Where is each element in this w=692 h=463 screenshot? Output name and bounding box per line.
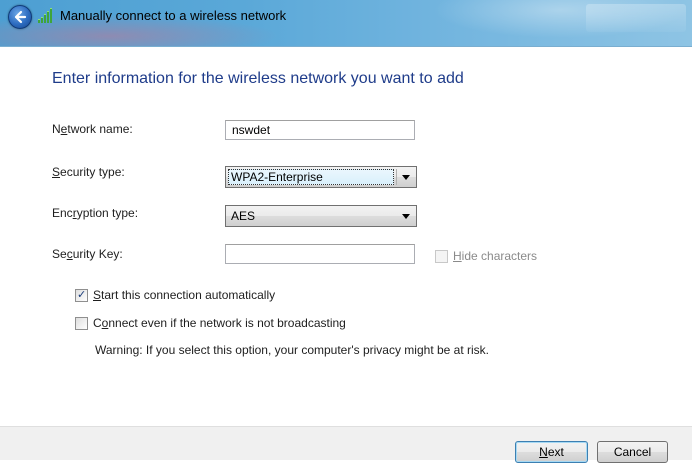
cancel-button[interactable]: Cancel	[597, 441, 668, 463]
security-type-label: Security type:	[52, 165, 125, 179]
security-key-input[interactable]	[225, 244, 415, 264]
network-name-label: Network name:	[52, 122, 133, 136]
page-heading: Enter information for the wireless netwo…	[52, 70, 464, 87]
hide-characters-label: Hide characters	[453, 249, 538, 263]
connect-not-broadcasting-checkbox[interactable]	[75, 317, 88, 330]
hide-characters-checkbox[interactable]	[435, 250, 448, 263]
network-name-input[interactable]: nswdet	[225, 120, 415, 140]
next-button[interactable]: Next	[515, 441, 588, 463]
encryption-type-label: Encryption type:	[52, 206, 139, 220]
connect-not-broadcasting-label: Connect even if the network is not broad…	[93, 316, 346, 330]
encryption-type-value: AES	[231, 209, 256, 223]
chevron-down-icon	[402, 214, 410, 219]
start-automatically-label: Start this connection automatically	[93, 288, 276, 302]
title-bar-glass	[586, 4, 686, 32]
encryption-type-select[interactable]: AES	[225, 205, 417, 227]
dropdown-divider	[396, 169, 397, 185]
window-title: Manually connect to a wireless network	[60, 8, 287, 23]
wireless-signal-icon	[38, 8, 56, 23]
checkmark-icon: ✓	[77, 288, 87, 301]
back-arrow-icon[interactable]	[8, 5, 32, 29]
chevron-down-icon	[402, 175, 410, 180]
security-type-value: WPA2-Enterprise	[231, 170, 323, 184]
privacy-warning-text: Warning: If you select this option, your…	[95, 343, 490, 357]
start-automatically-checkbox[interactable]: ✓	[75, 288, 88, 302]
security-type-select[interactable]: WPA2-Enterprise	[225, 166, 417, 188]
dialog-footer: Next Cancel	[0, 426, 692, 463]
security-key-label: Security Key:	[52, 247, 123, 261]
title-bar: Manually connect to a wireless network	[0, 0, 692, 47]
